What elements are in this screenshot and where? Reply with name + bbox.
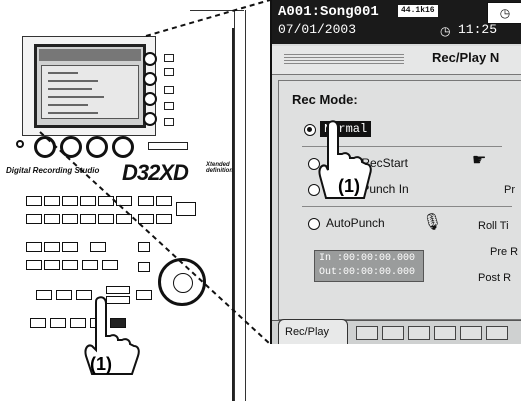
device-knob[interactable] [143,72,157,86]
lcd-step-label: (1) [336,176,362,197]
song-time: 11:25 [458,22,498,37]
brand-tagline: Digital Recording Studio [6,166,100,175]
device-button[interactable] [164,102,174,110]
device-button[interactable] [164,68,174,76]
right-label-pre-roll: Pre R [490,246,519,258]
pointing-hand-icon: ☛ [472,152,487,169]
tab-slot[interactable] [434,326,456,340]
song-name: A001:Song001 [278,4,379,20]
device-button[interactable] [164,118,174,126]
tab-slot[interactable] [486,326,508,340]
tab-slot[interactable] [356,326,378,340]
page-title: Rec/Play N [432,50,500,65]
device-side-edge [234,10,246,401]
device-branding: Digital Recording Studio D32XD Xtended de… [6,160,233,185]
device-control-knob[interactable] [86,136,108,158]
tab-rec-play[interactable]: Rec/Play [278,319,348,344]
lcd-zoom-panel: A001:Song001 44.1k16 07/01/2003 ◷ 11:25 … [270,0,521,344]
device-button[interactable] [164,86,174,94]
brand-xtended: Xtended definition [206,162,233,174]
brand-model: D32XD [122,160,189,185]
punch-out-time: Out:00:00:00.000 [319,267,416,278]
device-control-knob[interactable] [112,136,134,158]
tab-slot[interactable] [382,326,404,340]
device-knob[interactable] [143,52,157,66]
punch-range-display: In :00:00:00.000 Out:00:00:00.000 [314,250,424,282]
device-button[interactable] [148,142,188,150]
timer-icon[interactable]: ◷ [487,2,521,24]
page-content-area [278,80,521,320]
radio-autopunch[interactable] [308,218,320,230]
song-date: 07/01/2003 [278,22,357,37]
device-jog-dial[interactable] [158,258,206,306]
right-label-post-roll: Post R [478,272,512,284]
tab-slot[interactable] [408,326,430,340]
device-knob[interactable] [143,92,157,106]
right-label-roll-time: Roll Ti [478,220,509,232]
clock-icon: ◷ [440,24,451,38]
device-mini-lcd [34,44,146,128]
device-step-label: (1) [90,354,112,374]
right-label-pr: Pr [504,184,515,196]
option-autopunch-label[interactable]: AutoPunch [326,216,385,230]
sample-rate-badge: 44.1k16 [398,5,438,17]
device-knob[interactable] [143,112,157,126]
device-button[interactable] [164,54,174,62]
device-control-knob[interactable] [60,136,82,158]
rec-mode-label: Rec Mode: [292,92,358,107]
tab-slot[interactable] [460,326,482,340]
punch-in-time: In :00:00:00.000 [319,253,416,264]
device-illustration: Digital Recording Studio D32XD Xtended de… [0,0,250,401]
device-led [16,140,24,148]
device-control-knob[interactable] [34,136,56,158]
microphone-icon: 🎙 [422,214,443,231]
